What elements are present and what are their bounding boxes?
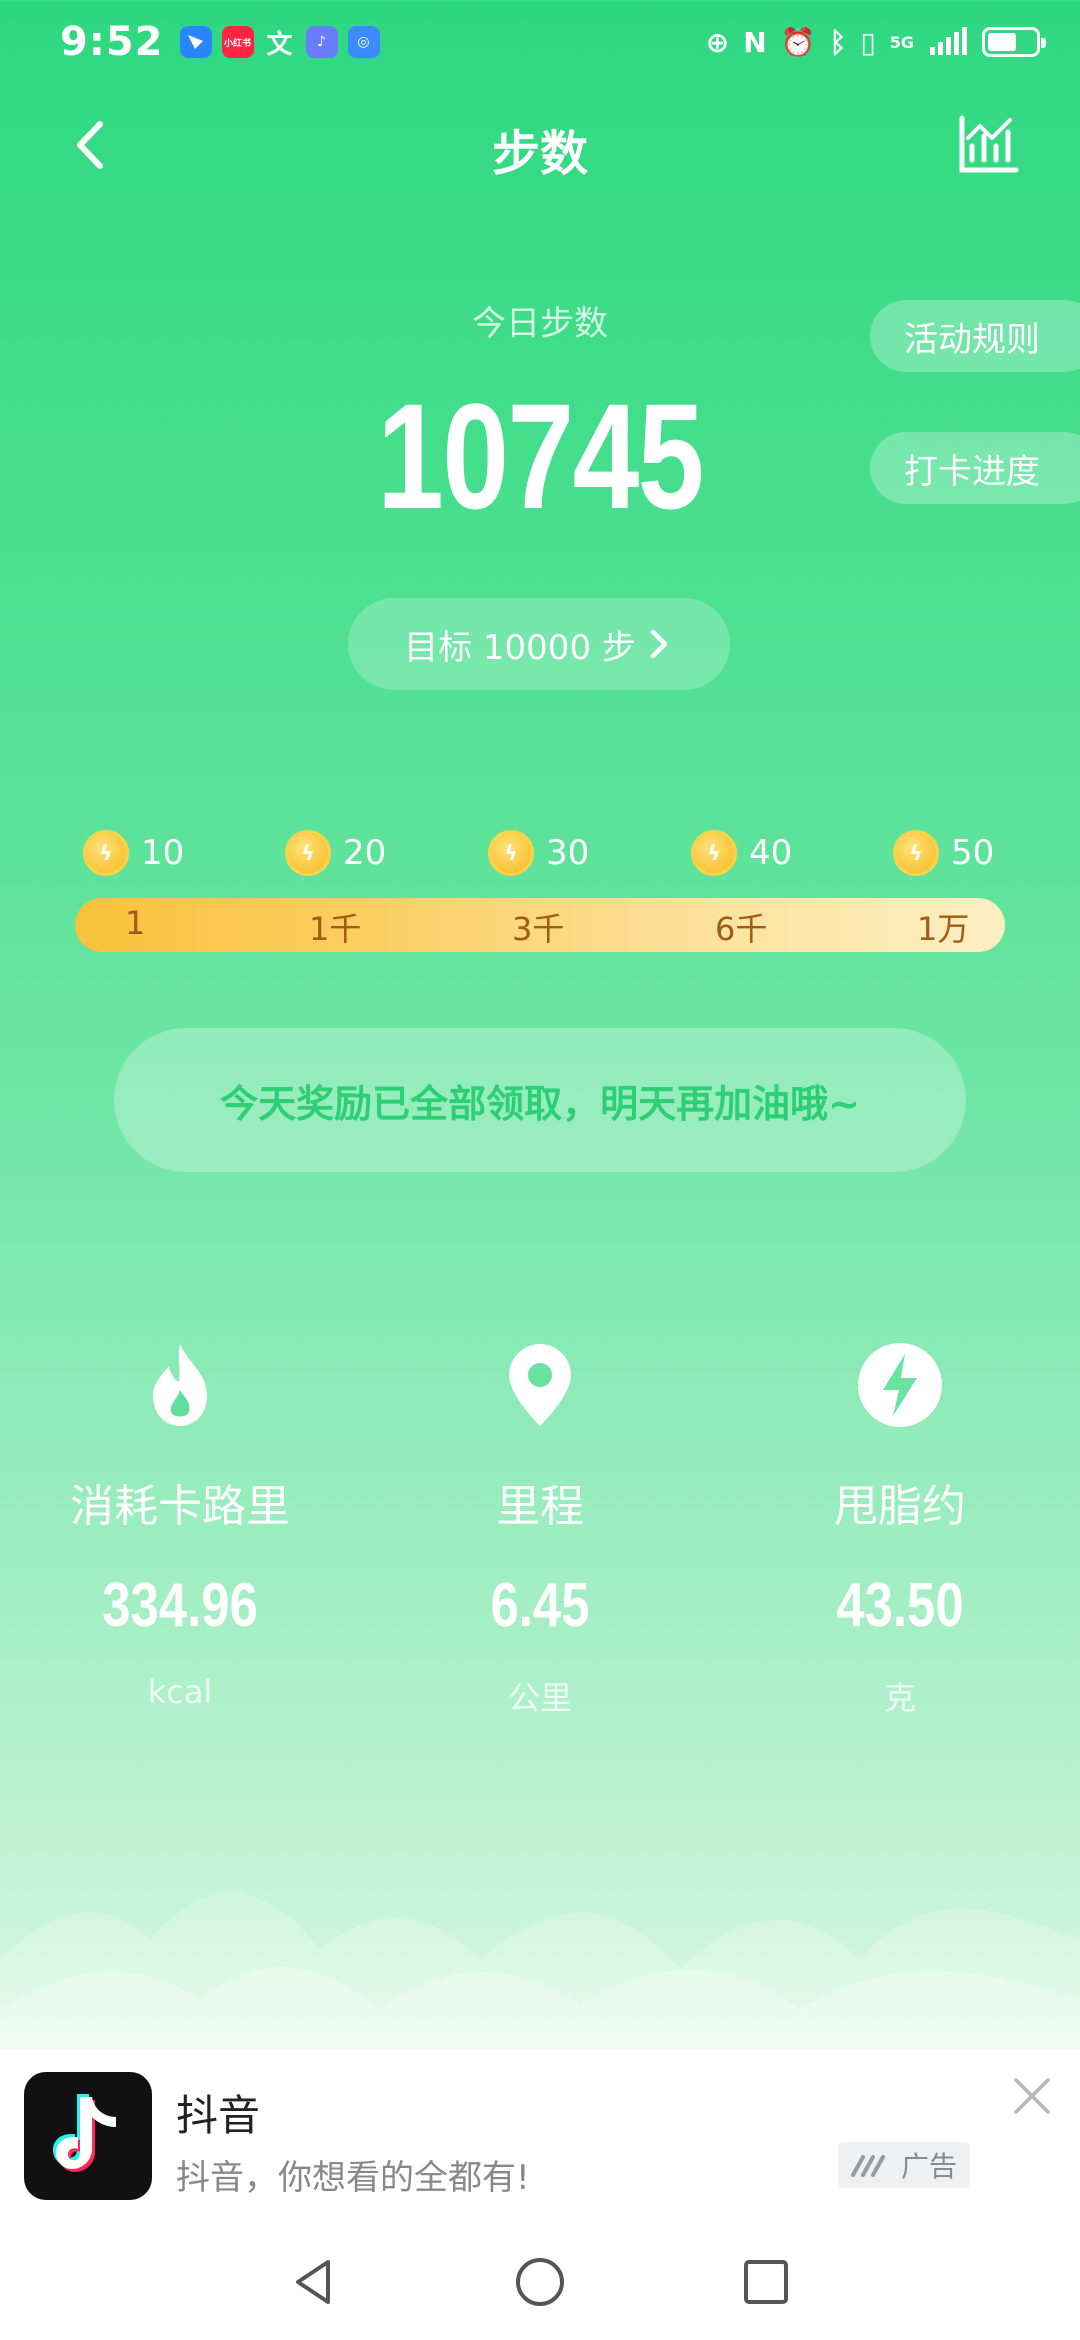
goal-label: 目标 10000 步 [404, 627, 636, 668]
page-title: 步数 [491, 126, 588, 182]
status-bar: 9:52 小红书 文 ♪ ◎ ⊕ N ⏰ ᛒ ▯ 5G [0, 0, 1080, 84]
stat-value: 6.45 [490, 1571, 590, 1640]
checkin-progress-button[interactable]: 打卡进度 [870, 432, 1080, 504]
stat-unit: kcal [147, 1673, 213, 1711]
stat-value: 334.96 [102, 1571, 258, 1640]
coin-icon: ϟ [893, 830, 939, 876]
translate-icon: 文 [266, 29, 293, 60]
status-app-icons: 小红书 文 ♪ ◎ [179, 26, 380, 60]
ad-title: 抖音 [176, 2091, 261, 2140]
feishu-icon [179, 26, 212, 58]
vibrate-icon: ▯ [860, 25, 876, 59]
music-note-icon [53, 2094, 116, 2172]
coin-amount: 40 [749, 833, 793, 873]
coin-amount: 50 [951, 833, 995, 873]
ad-tag-label: 广告 [900, 2150, 957, 2183]
coin-amount: 10 [141, 833, 185, 873]
coin-reward: ϟ 40 [691, 830, 792, 876]
stat-unit: 公里 [507, 1679, 572, 1717]
coin-icon: ϟ [285, 830, 331, 876]
system-navigation-bar [0, 2224, 1080, 2340]
back-triangle-icon[interactable] [286, 2254, 342, 2310]
stat-name: 消耗卡路里 [70, 1481, 290, 1532]
stat-unit: 克 [883, 1679, 916, 1717]
location-pin-icon [509, 1344, 571, 1426]
nav-bar: 步数 [0, 100, 1080, 190]
coin-amount: 20 [343, 833, 387, 873]
coin-icon: ϟ [488, 830, 534, 876]
rewards-claimed-banner: 今天奖励已全部领取，明天再加油哦~ [114, 1028, 966, 1172]
ad-tag: 广告 [838, 2142, 970, 2188]
step-count: 10745 [377, 372, 704, 540]
stat-distance: 里程 6.45 公里 [360, 1340, 720, 1719]
music-icon: ♪ [305, 26, 338, 58]
ad-platform-icon [850, 2155, 885, 2177]
milestone-label: 1千 [309, 910, 362, 948]
rewards-claimed-text: 今天奖励已全部领取，明天再加油哦~ [220, 1081, 860, 1126]
checkin-progress-label: 打卡进度 [904, 451, 1040, 492]
stat-value: 43.50 [836, 1571, 964, 1640]
stat-name: 甩脂约 [834, 1481, 966, 1532]
ad-subtitle: 抖音，你想看的全都有! [176, 2158, 530, 2198]
goal-button[interactable]: 目标 10000 步 [348, 598, 730, 690]
stat-name: 里程 [496, 1481, 584, 1532]
xiaohongshu-icon: 小红书 [221, 26, 254, 58]
nfc-icon: N [743, 25, 767, 59]
milestone-label: 3千 [512, 910, 565, 948]
milestone-progress-bar: 1 1千 3千 6千 1万 [75, 898, 1005, 952]
bluetooth-icon: ᛒ [829, 25, 847, 59]
coin-amount: 30 [546, 833, 590, 873]
home-circle-icon[interactable] [512, 2254, 568, 2310]
chevron-right-icon [650, 629, 668, 659]
milestone-label: 1 [125, 904, 146, 942]
alarm-icon: ⏰ [780, 25, 816, 59]
coin-reward: ϟ 10 [83, 830, 184, 876]
recents-square-icon[interactable] [738, 2254, 794, 2310]
coin-reward: ϟ 30 [488, 830, 589, 876]
coin-reward: ϟ 20 [285, 830, 386, 876]
stat-fat-burn: 甩脂约 43.50 克 [720, 1340, 1080, 1719]
status-indicators: ⊕ N ⏰ ᛒ ▯ 5G [705, 25, 1046, 59]
status-time: 9:52 [60, 19, 164, 65]
coin-reward: ϟ 50 [893, 830, 994, 876]
coin-icon: ϟ [691, 830, 737, 876]
chart-icon[interactable] [956, 112, 1020, 176]
ad-banner[interactable]: 抖音 抖音，你想看的全都有! 广告 [0, 2050, 1080, 2224]
network-type-icon: 5G [889, 32, 914, 52]
close-icon[interactable] [1004, 2068, 1060, 2124]
data-saver-icon: ⊕ [705, 25, 730, 59]
reward-progress: ϟ 10 ϟ 20 ϟ 30 ϟ 40 ϟ 50 1 1千 3千 6千 1万 [75, 830, 1005, 952]
battery-icon [982, 27, 1046, 57]
activity-rules-button[interactable]: 活动规则 [870, 300, 1080, 372]
stat-calories: 消耗卡路里 334.96 kcal [0, 1340, 360, 1711]
lightning-icon [858, 1343, 942, 1427]
browser-icon: ◎ [347, 26, 380, 58]
flame-icon [153, 1344, 207, 1426]
coin-rewards-row: ϟ 10 ϟ 20 ϟ 30 ϟ 40 ϟ 50 [75, 830, 1005, 882]
milestone-label: 6千 [715, 910, 768, 948]
activity-rules-label: 活动规则 [904, 319, 1040, 360]
milestone-label: 1万 [917, 910, 970, 948]
douyin-logo [24, 2072, 152, 2200]
coin-icon: ϟ [83, 830, 129, 876]
signal-icon [930, 27, 967, 55]
mountain-background [0, 1892, 1080, 2050]
